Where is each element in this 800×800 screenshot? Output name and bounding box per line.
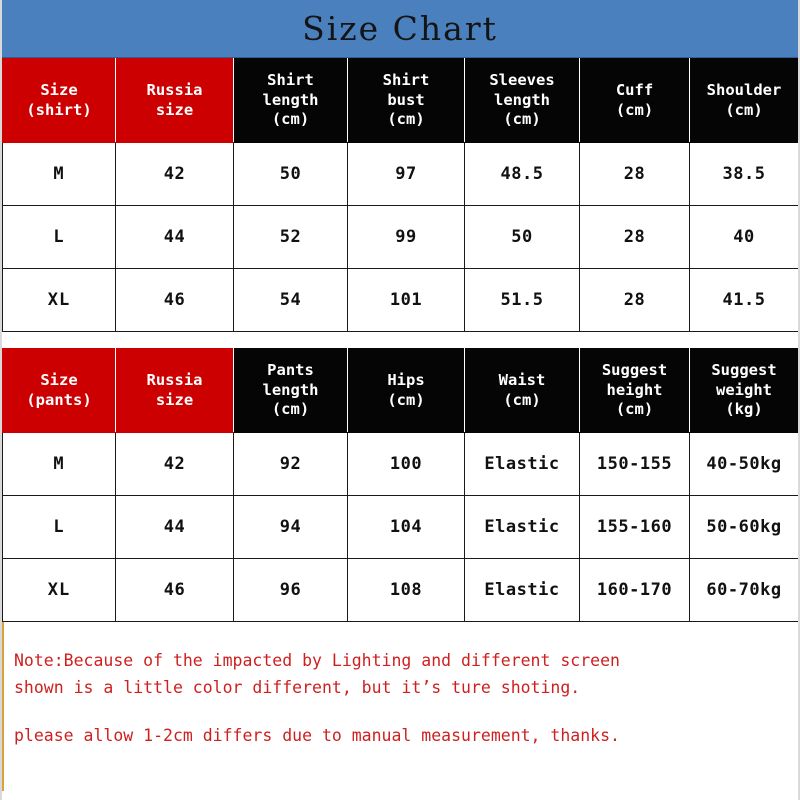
shirt-column-header: Shirt length (cm) bbox=[233, 58, 348, 143]
table-separator bbox=[2, 332, 798, 348]
table-row: L 44 94 104 Elastic 155-160 50-60kg bbox=[2, 495, 798, 559]
shirt-value-cell: 28 bbox=[579, 268, 690, 332]
pants-column-header: Size (pants) bbox=[2, 348, 116, 433]
size-chart-page: Size Chart Size (shirt) Russia size Shirt len… bbox=[0, 0, 800, 800]
pants-value-cell: Elastic bbox=[464, 495, 580, 559]
shirt-value-cell: 50 bbox=[464, 205, 580, 269]
pants-value-cell: 94 bbox=[233, 495, 348, 559]
shirt-value-cell: 50 bbox=[233, 142, 348, 206]
pants-column-header: Suggest weight (kg) bbox=[689, 348, 798, 433]
table-row: XL 46 96 108 Elastic 160-170 60-70kg bbox=[2, 558, 798, 622]
table-header-row: Size (shirt) Russia size Shirt length (cm) Shir… bbox=[2, 58, 798, 143]
pants-column-header: Suggest height (cm) bbox=[579, 348, 690, 433]
shirt-value-cell: 48.5 bbox=[464, 142, 580, 206]
table-row: XL 46 54 101 51.5 28 41.5 bbox=[2, 268, 798, 332]
note-line: shown is a little color different, but i… bbox=[14, 677, 581, 697]
shirt-table-body: M 42 50 97 48.5 28 38.5 L 44 52 99 50 28 40 XL 46 54 101 5… bbox=[2, 142, 798, 332]
shirt-size-cell: L bbox=[2, 205, 116, 269]
shirt-table-header: Size (shirt) Russia size Shirt length (cm) Shir… bbox=[2, 58, 798, 143]
shirt-column-header: Shirt bust (cm) bbox=[347, 58, 465, 143]
shirt-column-header: Size (shirt) bbox=[2, 58, 116, 143]
shirt-value-cell: 52 bbox=[233, 205, 348, 269]
shirt-value-cell: 101 bbox=[347, 268, 465, 332]
pants-value-cell: 96 bbox=[233, 558, 348, 622]
table-row: M 42 50 97 48.5 28 38.5 bbox=[2, 142, 798, 206]
pants-table-header: Size (pants) Russia size Pants length (cm) Hips… bbox=[2, 348, 798, 433]
pants-value-cell: 44 bbox=[115, 495, 234, 559]
pants-value-cell: 104 bbox=[347, 495, 465, 559]
pants-value-cell: 108 bbox=[347, 558, 465, 622]
note-block: Note:Because of the impacted by Lighting… bbox=[14, 648, 786, 701]
pants-table-body: M 42 92 100 Elastic 150-155 40-50kg L 44 94 104 Ela… bbox=[2, 432, 798, 622]
pants-value-cell: 92 bbox=[233, 432, 348, 496]
pants-value-cell: 60-70kg bbox=[689, 558, 798, 622]
pants-column-header: Hips (cm) bbox=[347, 348, 465, 433]
pants-value-cell: 155-160 bbox=[579, 495, 690, 559]
pants-size-cell: L bbox=[2, 495, 116, 559]
page-title: Size Chart bbox=[302, 9, 498, 48]
shirt-value-cell: 38.5 bbox=[689, 142, 798, 206]
pants-value-cell: 150-155 bbox=[579, 432, 690, 496]
shirt-column-header: Cuff (cm) bbox=[579, 58, 690, 143]
shirt-value-cell: 41.5 bbox=[689, 268, 798, 332]
pants-value-cell: 42 bbox=[115, 432, 234, 496]
shirt-value-cell: 44 bbox=[115, 205, 234, 269]
title-banner: Size Chart bbox=[2, 0, 798, 58]
note-line: please allow 1-2cm differs due to manual… bbox=[14, 726, 620, 746]
notes-section: Note:Because of the impacted by Lighting… bbox=[2, 622, 798, 791]
pants-value-cell: Elastic bbox=[464, 432, 580, 496]
pants-value-cell: 46 bbox=[115, 558, 234, 622]
shirt-size-table: Size (shirt) Russia size Shirt length (cm) Shir… bbox=[2, 58, 798, 332]
pants-value-cell: 50-60kg bbox=[689, 495, 798, 559]
note-line: Note:Because of the impacted by Lighting… bbox=[14, 651, 620, 670]
shirt-column-header: Shoulder (cm) bbox=[689, 58, 798, 143]
shirt-column-header: Sleeves length (cm) bbox=[464, 58, 580, 143]
shirt-value-cell: 46 bbox=[115, 268, 234, 332]
shirt-column-header: Russia size bbox=[115, 58, 234, 143]
pants-value-cell: 40-50kg bbox=[689, 432, 798, 496]
shirt-value-cell: 54 bbox=[233, 268, 348, 332]
pants-value-cell: 100 bbox=[347, 432, 465, 496]
shirt-size-cell: XL bbox=[2, 268, 116, 332]
note-block: please allow 1-2cm differs due to manual… bbox=[14, 723, 786, 750]
table-row: L 44 52 99 50 28 40 bbox=[2, 205, 798, 269]
shirt-value-cell: 97 bbox=[347, 142, 465, 206]
table-header-row: Size (pants) Russia size Pants length (cm) Hips… bbox=[2, 348, 798, 433]
pants-column-header: Pants length (cm) bbox=[233, 348, 348, 433]
pants-size-table: Size (pants) Russia size Pants length (cm) Hips… bbox=[2, 348, 798, 622]
shirt-value-cell: 28 bbox=[579, 205, 690, 269]
pants-column-header: Waist (cm) bbox=[464, 348, 580, 433]
pants-size-cell: XL bbox=[2, 558, 116, 622]
pants-column-header: Russia size bbox=[115, 348, 234, 433]
pants-value-cell: Elastic bbox=[464, 558, 580, 622]
pants-size-cell: M bbox=[2, 432, 116, 496]
table-row: M 42 92 100 Elastic 150-155 40-50kg bbox=[2, 432, 798, 496]
shirt-value-cell: 99 bbox=[347, 205, 465, 269]
pants-value-cell: 160-170 bbox=[579, 558, 690, 622]
shirt-value-cell: 40 bbox=[689, 205, 798, 269]
shirt-value-cell: 28 bbox=[579, 142, 690, 206]
shirt-size-cell: M bbox=[2, 142, 116, 206]
shirt-value-cell: 42 bbox=[115, 142, 234, 206]
shirt-value-cell: 51.5 bbox=[464, 268, 580, 332]
